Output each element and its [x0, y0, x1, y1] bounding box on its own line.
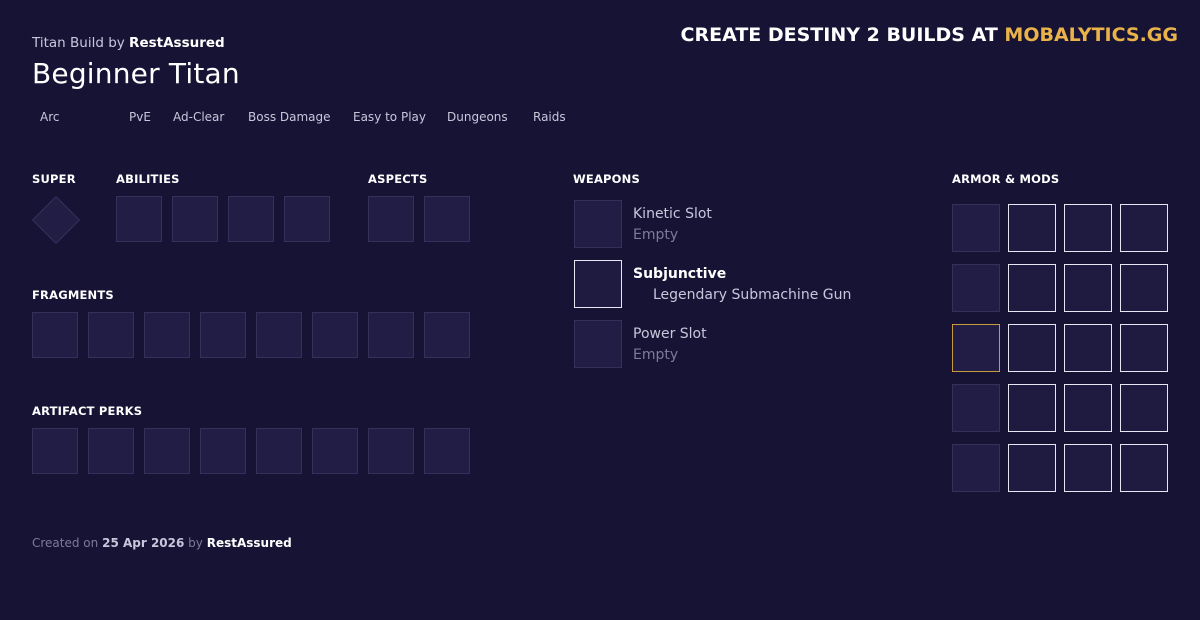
- mod-slot[interactable]: [1120, 204, 1168, 252]
- artifact-perk-slot[interactable]: [200, 428, 246, 474]
- fragment-slot[interactable]: [32, 312, 78, 358]
- by-label: by: [188, 536, 203, 550]
- artifact-perk-slot[interactable]: [368, 428, 414, 474]
- page-title: Beginner Titan: [32, 57, 240, 90]
- ability-slot[interactable]: [172, 196, 218, 242]
- footer-author-link[interactable]: RestAssured: [207, 536, 292, 550]
- armor-slot[interactable]: [952, 264, 1000, 312]
- tag-boss-damage: Boss Damage: [248, 110, 331, 124]
- mod-slot[interactable]: [1008, 204, 1056, 252]
- mod-slot[interactable]: [1064, 444, 1112, 492]
- kinetic-weapon-slot[interactable]: [574, 200, 622, 248]
- power-weapon-slot[interactable]: [574, 320, 622, 368]
- created-info: Created on 25 Apr 2026 by RestAssured: [32, 536, 292, 550]
- mod-slot[interactable]: [1120, 264, 1168, 312]
- fragment-slot[interactable]: [200, 312, 246, 358]
- artifact-perk-slot[interactable]: [424, 428, 470, 474]
- tag-dungeons: Dungeons: [447, 110, 508, 124]
- ability-slot[interactable]: [228, 196, 274, 242]
- weapons-label: WEAPONS: [573, 172, 640, 186]
- abilities-label: ABILITIES: [116, 172, 180, 186]
- mod-slot[interactable]: [1064, 204, 1112, 252]
- armor-slot[interactable]: [952, 204, 1000, 252]
- fragment-slot[interactable]: [256, 312, 302, 358]
- tag-arc: Arc: [40, 110, 60, 124]
- mod-slot[interactable]: [1120, 444, 1168, 492]
- promo-brand[interactable]: MOBALYTICS.GG: [1004, 24, 1178, 46]
- fragment-slot[interactable]: [144, 312, 190, 358]
- mod-slot[interactable]: [1008, 384, 1056, 432]
- super-slot[interactable]: [31, 195, 81, 245]
- super-label: SUPER: [32, 172, 76, 186]
- build-class-label: Titan Build: [32, 35, 104, 51]
- mod-slot[interactable]: [1120, 324, 1168, 372]
- artifact-perk-slot[interactable]: [312, 428, 358, 474]
- created-date: 25 Apr 2026: [102, 536, 185, 550]
- energy-weapon-slot[interactable]: [574, 260, 622, 308]
- artifact-perk-slot[interactable]: [144, 428, 190, 474]
- weapon-detail: Empty: [633, 227, 679, 243]
- ability-slot[interactable]: [116, 196, 162, 242]
- promo-banner[interactable]: CREATE DESTINY 2 BUILDS AT MOBALYTICS.GG: [681, 24, 1178, 46]
- tag-raids: Raids: [533, 110, 566, 124]
- mod-slot[interactable]: [1008, 444, 1056, 492]
- artifact-perk-slot[interactable]: [32, 428, 78, 474]
- aspects-label: ASPECTS: [368, 172, 428, 186]
- mod-slot[interactable]: [1064, 324, 1112, 372]
- fragment-slot[interactable]: [312, 312, 358, 358]
- armor-slot-exotic[interactable]: [952, 324, 1000, 372]
- created-on-label: Created on: [32, 536, 99, 550]
- weapon-detail: Legendary Submachine Gun: [653, 287, 852, 303]
- armor-mods-label: ARMOR & MODS: [952, 172, 1060, 186]
- armor-slot[interactable]: [952, 444, 1000, 492]
- by-label: by: [108, 35, 125, 51]
- tag-easy-to-play: Easy to Play: [353, 110, 426, 124]
- aspect-slot[interactable]: [368, 196, 414, 242]
- tag-ad-clear: Ad-Clear: [173, 110, 225, 124]
- weapon-name: Power Slot: [633, 326, 707, 342]
- promo-text: CREATE DESTINY 2 BUILDS AT: [680, 24, 998, 46]
- mod-slot[interactable]: [1008, 264, 1056, 312]
- artifact-perks-label: ARTIFACT PERKS: [32, 404, 143, 418]
- fragment-slot[interactable]: [88, 312, 134, 358]
- mod-slot[interactable]: [1064, 264, 1112, 312]
- armor-slot[interactable]: [952, 384, 1000, 432]
- artifact-perk-slot[interactable]: [256, 428, 302, 474]
- aspect-slot[interactable]: [424, 196, 470, 242]
- fragment-slot[interactable]: [424, 312, 470, 358]
- fragments-label: FRAGMENTS: [32, 288, 114, 302]
- weapon-detail: Empty: [633, 347, 679, 363]
- mod-slot[interactable]: [1008, 324, 1056, 372]
- ability-slot[interactable]: [284, 196, 330, 242]
- author-link[interactable]: RestAssured: [129, 35, 225, 51]
- mod-slot[interactable]: [1120, 384, 1168, 432]
- tag-pve: PvE: [129, 110, 151, 124]
- build-subtitle: Titan Build by RestAssured: [32, 35, 225, 51]
- weapon-name[interactable]: Subjunctive: [633, 266, 726, 282]
- fragment-slot[interactable]: [368, 312, 414, 358]
- weapon-name: Kinetic Slot: [633, 206, 712, 222]
- mod-slot[interactable]: [1064, 384, 1112, 432]
- artifact-perk-slot[interactable]: [88, 428, 134, 474]
